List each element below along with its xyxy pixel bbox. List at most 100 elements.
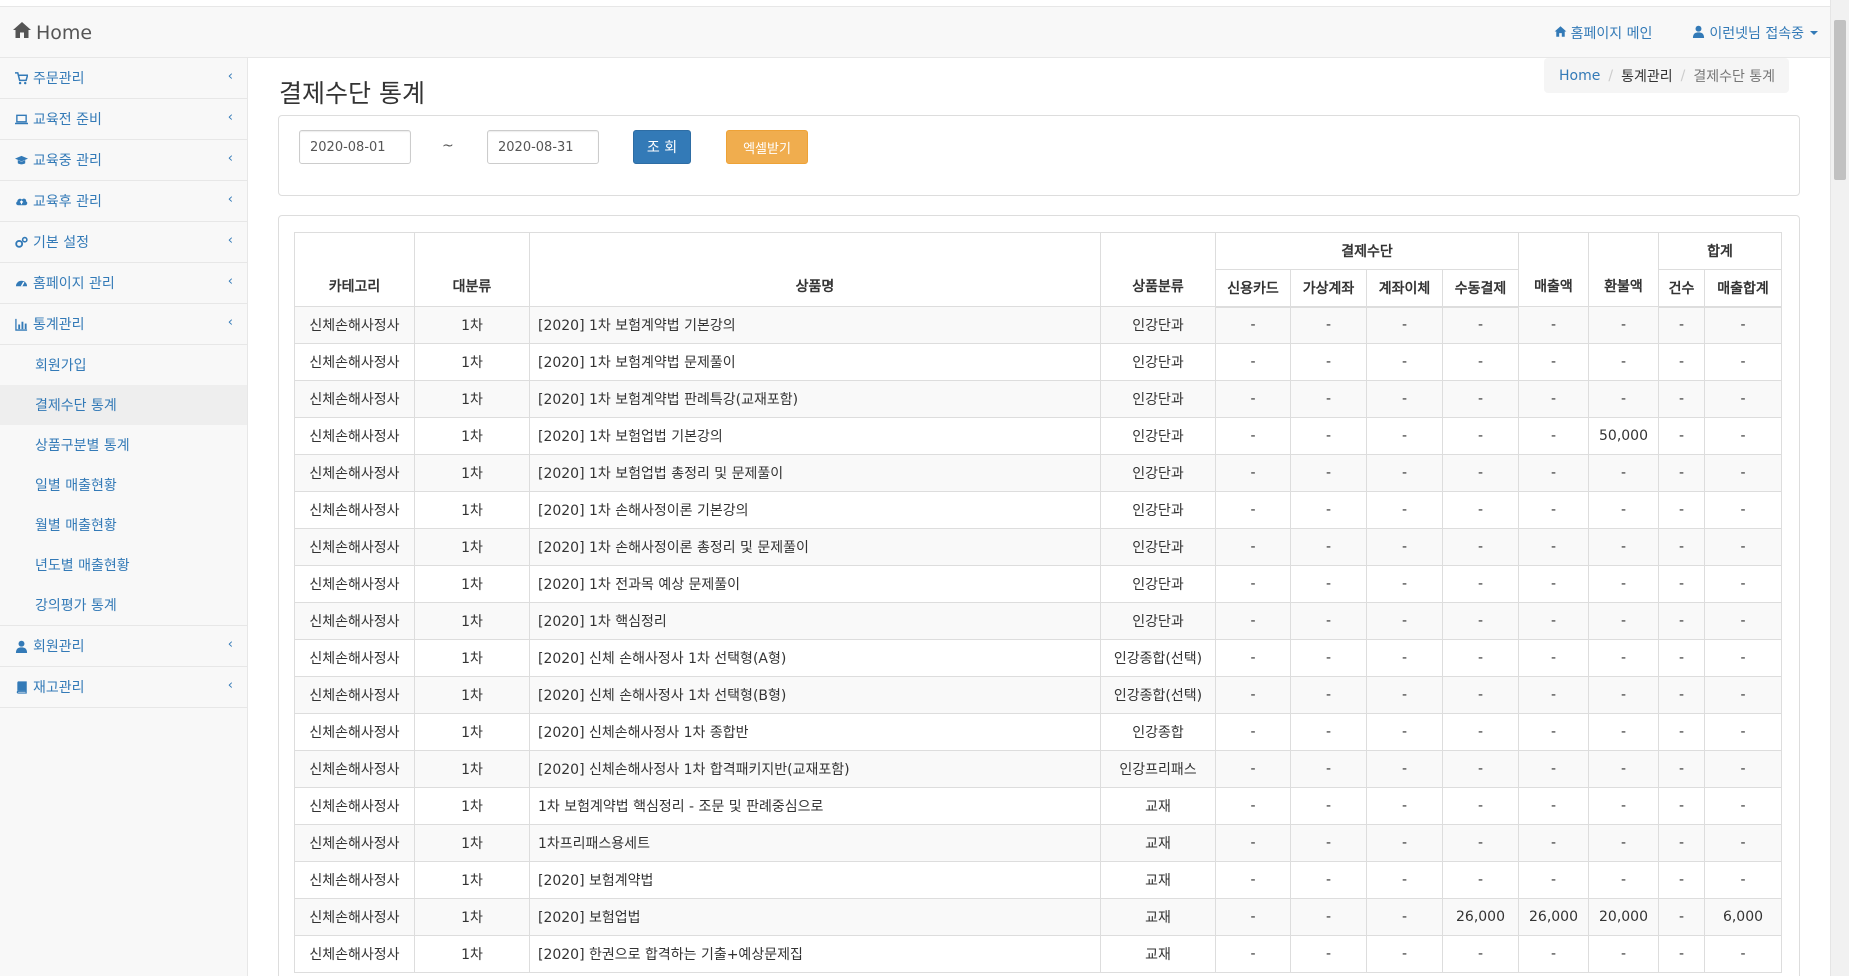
col-header-product-type: 상품분류 bbox=[1100, 232, 1216, 307]
table-cell: - bbox=[1658, 565, 1705, 603]
table-cell: - bbox=[1215, 454, 1291, 492]
table-cell: 신체손해사정사 bbox=[294, 639, 415, 677]
sidebar-item-label: 주문관리 bbox=[33, 71, 85, 87]
table-row: 신체손해사정사 1차 [2020] 신체 손해사정사 1차 선택형(A형) 인강종합(… bbox=[294, 639, 1782, 677]
table-cell: - bbox=[1366, 861, 1443, 899]
table-cell: - bbox=[1704, 861, 1782, 899]
main-content: 결제수단 통계 Home / 통계관리 / 결제수단 통계 2020-08-01… bbox=[249, 58, 1830, 976]
table-cell: 20,000 bbox=[1588, 898, 1659, 936]
table-cell: [2020] 한권으로 합격하는 기출+예상문제집 bbox=[529, 935, 1101, 973]
table-cell: - bbox=[1290, 676, 1367, 714]
start-date-input[interactable]: 2020-08-01 bbox=[299, 130, 411, 164]
sidebar-item-label: 교육중 관리 bbox=[33, 153, 102, 169]
submenu-item-lecture-evaluation[interactable]: 강의평가 통계 bbox=[0, 585, 247, 625]
end-date-input[interactable]: 2020-08-31 bbox=[487, 130, 599, 164]
table-cell: - bbox=[1588, 343, 1659, 381]
home-icon bbox=[1554, 25, 1567, 42]
page-scrollbar[interactable] bbox=[1830, 0, 1849, 976]
submenu-item-daily-sales[interactable]: 일별 매출현황 bbox=[0, 465, 247, 505]
table-cell: - bbox=[1658, 639, 1705, 677]
table-cell: [2020] 신체 손해사정사 1차 선택형(B형) bbox=[529, 676, 1101, 714]
table-cell: 50,000 bbox=[1588, 417, 1659, 455]
table-cell: - bbox=[1588, 750, 1659, 788]
table-cell: 신체손해사정사 bbox=[294, 750, 415, 788]
sidebar-item-in-education[interactable]: 교육중 관리 ‹ bbox=[0, 140, 247, 181]
table-cell: 신체손해사정사 bbox=[294, 861, 415, 899]
table-cell: 인강단과 bbox=[1100, 343, 1216, 381]
table-cell: 신체손해사정사 bbox=[294, 380, 415, 418]
col-header-product: 상품명 bbox=[529, 232, 1101, 307]
table-cell: - bbox=[1588, 528, 1659, 566]
search-button[interactable]: 조 회 bbox=[633, 130, 691, 164]
table-cell: - bbox=[1442, 787, 1519, 825]
sidebar-item-pre-education[interactable]: 교육전 준비 ‹ bbox=[0, 99, 247, 140]
user-menu-dropdown[interactable]: 이런넷님 접속중 bbox=[1672, 23, 1830, 43]
sidebar-item-order[interactable]: 주문관리 ‹ bbox=[0, 58, 247, 99]
submenu-item-member-signup[interactable]: 회원가입 bbox=[0, 345, 247, 385]
table-cell: - bbox=[1366, 824, 1443, 862]
table-cell: 1차 bbox=[414, 306, 530, 344]
table-cell: - bbox=[1366, 528, 1443, 566]
table-cell: - bbox=[1215, 935, 1291, 973]
table-cell: - bbox=[1658, 491, 1705, 529]
table-cell: 1차 bbox=[414, 935, 530, 973]
breadcrumb-home[interactable]: Home bbox=[1559, 68, 1600, 84]
excel-download-button[interactable]: 엑셀받기 bbox=[726, 130, 808, 164]
chevron-left-icon: ‹ bbox=[227, 192, 233, 207]
home-brand-link[interactable]: Home bbox=[12, 21, 92, 44]
table-cell: - bbox=[1442, 602, 1519, 640]
table-cell: 신체손해사정사 bbox=[294, 306, 415, 344]
table-cell: - bbox=[1442, 491, 1519, 529]
homepage-main-link[interactable]: 홈페이지 메인 bbox=[1534, 23, 1673, 43]
col-header-count: 건수 bbox=[1658, 269, 1705, 308]
table-cell: - bbox=[1215, 861, 1291, 899]
table-row: 신체손해사정사 1차 1차 보험계약법 핵심정리 - 조문 및 판례중심으로 교재 - -… bbox=[294, 787, 1782, 825]
table-cell: - bbox=[1658, 787, 1705, 825]
table-cell: - bbox=[1518, 713, 1589, 751]
table-cell: [2020] 1차 손해사정이론 기본강의 bbox=[529, 491, 1101, 529]
table-cell: - bbox=[1290, 602, 1367, 640]
col-header-sales-total: 매출합계 bbox=[1704, 269, 1782, 308]
table-cell: 교재 bbox=[1100, 787, 1216, 825]
table-cell: 신체손해사정사 bbox=[294, 491, 415, 529]
table-cell: - bbox=[1518, 676, 1589, 714]
table-cell: - bbox=[1658, 602, 1705, 640]
table-cell: - bbox=[1518, 602, 1589, 640]
sidebar-item-statistics[interactable]: 통계관리 ‹ bbox=[0, 304, 247, 345]
table-cell: - bbox=[1704, 713, 1782, 751]
sidebar-item-member-management[interactable]: 회원관리 ‹ bbox=[0, 626, 247, 667]
table-row: 신체손해사정사 1차 [2020] 한권으로 합격하는 기출+예상문제집 교재 - - - -… bbox=[294, 935, 1782, 973]
sidebar-item-label: 홈페이지 관리 bbox=[33, 276, 115, 292]
table-cell: - bbox=[1215, 565, 1291, 603]
sidebar-item-homepage-management[interactable]: 홈페이지 관리 ‹ bbox=[0, 263, 247, 304]
table-cell: [2020] 1차 보험계약법 기본강의 bbox=[529, 306, 1101, 344]
sidebar-item-label: 교육전 준비 bbox=[33, 112, 102, 128]
table-cell: 1차 bbox=[414, 824, 530, 862]
submenu-item-payment-stats[interactable]: 결제수단 통계 bbox=[0, 385, 247, 425]
table-cell: - bbox=[1290, 565, 1367, 603]
sidebar-item-inventory[interactable]: 재고관리 ‹ bbox=[0, 667, 247, 708]
sidebar-item-post-education[interactable]: 교육후 관리 ‹ bbox=[0, 181, 247, 222]
scrollbar-thumb[interactable] bbox=[1834, 20, 1846, 180]
table-cell: 1차 bbox=[414, 565, 530, 603]
table-cell: - bbox=[1366, 454, 1443, 492]
table-cell: 26,000 bbox=[1518, 898, 1589, 936]
table-cell: - bbox=[1366, 380, 1443, 418]
sidebar-item-basic-settings[interactable]: 기본 설정 ‹ bbox=[0, 222, 247, 263]
table-cell: 인강단과 bbox=[1100, 528, 1216, 566]
table-cell: [2020] 1차 보험계약법 판례특강(교재포함) bbox=[529, 380, 1101, 418]
table-cell: - bbox=[1215, 676, 1291, 714]
submenu-item-product-type-stats[interactable]: 상품구분별 통계 bbox=[0, 425, 247, 465]
table-cell: - bbox=[1588, 787, 1659, 825]
submenu-item-monthly-sales[interactable]: 월별 매출현황 bbox=[0, 505, 247, 545]
table-cell: - bbox=[1518, 750, 1589, 788]
table-row: 신체손해사정사 1차 [2020] 1차 보험계약법 문제풀이 인강단과 - - - - - - -… bbox=[294, 343, 1782, 381]
table-cell: - bbox=[1442, 565, 1519, 603]
table-cell: - bbox=[1704, 343, 1782, 381]
table-cell: 교재 bbox=[1100, 935, 1216, 973]
table-cell: - bbox=[1290, 750, 1367, 788]
table-cell: - bbox=[1588, 861, 1659, 899]
submenu-item-yearly-sales[interactable]: 년도별 매출현황 bbox=[0, 545, 247, 585]
table-cell: - bbox=[1366, 787, 1443, 825]
search-panel: 2020-08-01 ~ 2020-08-31 조 회 엑셀받기 bbox=[278, 115, 1800, 196]
